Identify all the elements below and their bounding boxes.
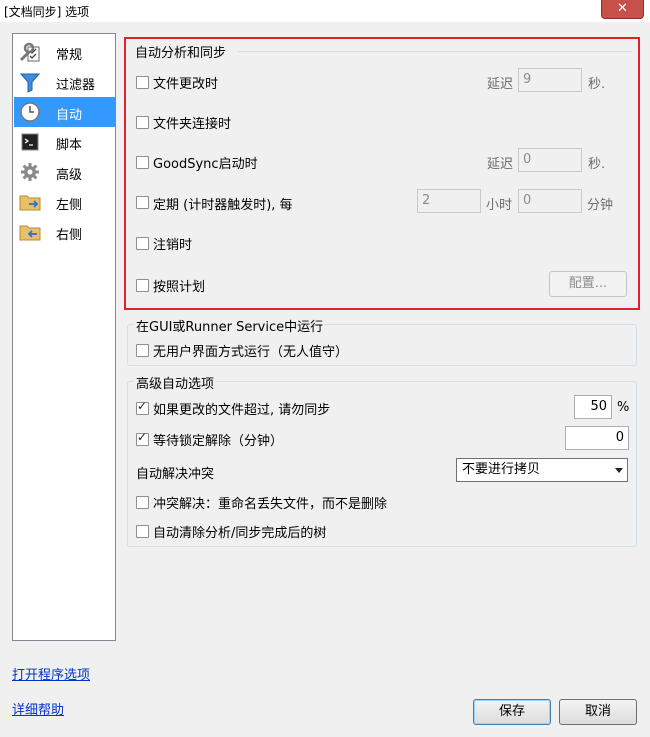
sidebar-item-label: 高级 bbox=[56, 168, 83, 183]
auto-group-title: 自动分析和同步 bbox=[135, 46, 227, 61]
rename-lost-label: 冲突解决：重命名丢失文件，而不是删除 bbox=[153, 497, 388, 512]
sidebar-item-auto[interactable]: 自动 bbox=[14, 97, 115, 127]
conflict-select-value: 不要进行拷贝 bbox=[462, 462, 541, 477]
goodsync-start-delay-unit: 秒. bbox=[588, 157, 606, 172]
file-change-label: 文件更改时 bbox=[153, 77, 219, 92]
periodic-label: 定期 (计时器触发时), 每 bbox=[153, 198, 293, 213]
sidebar-item-label: 右侧 bbox=[56, 228, 83, 243]
logoff-checkbox[interactable] bbox=[136, 237, 149, 250]
sidebar-item-general[interactable]: 常规 bbox=[14, 37, 115, 67]
wait-unlock-input[interactable]: 0 bbox=[565, 426, 629, 450]
clear-tree-checkbox[interactable] bbox=[136, 525, 149, 538]
save-button[interactable]: 保存 bbox=[473, 699, 551, 725]
sidebar-item-label: 自动 bbox=[56, 108, 83, 123]
sidebar-item-script[interactable]: 脚本 bbox=[14, 127, 115, 157]
sidebar-item-label: 常规 bbox=[56, 48, 83, 63]
terminal-icon bbox=[21, 133, 39, 151]
rename-lost-checkbox[interactable] bbox=[136, 496, 149, 509]
folder-arrow-left-icon bbox=[19, 225, 41, 241]
folder-arrow-right-icon bbox=[19, 195, 41, 211]
runner-group-title: 在GUI或Runner Service中运行 bbox=[134, 316, 326, 335]
goodsync-start-delay-input[interactable]: 0 bbox=[518, 148, 582, 172]
advanced-group-title: 高级自动选项 bbox=[134, 373, 217, 392]
schedule-label: 按照计划 bbox=[153, 280, 206, 295]
periodic-minutes-unit: 分钟 bbox=[587, 198, 614, 213]
title-bar: [文档同步] 选项 ✕ bbox=[0, 0, 650, 22]
group-divider bbox=[238, 51, 632, 52]
periodic-minutes-input[interactable]: 0 bbox=[518, 189, 582, 213]
sidebar-item-filters[interactable]: 过滤器 bbox=[14, 67, 115, 97]
gear-icon bbox=[21, 163, 39, 181]
close-button[interactable]: ✕ bbox=[601, 0, 644, 19]
window-title: [文档同步] 选项 bbox=[4, 5, 90, 19]
skip-if-changed-label: 如果更改的文件超过, 请勿同步 bbox=[153, 403, 331, 418]
file-change-checkbox[interactable] bbox=[136, 76, 149, 89]
funnel-icon bbox=[19, 73, 41, 93]
goodsync-start-checkbox[interactable] bbox=[136, 156, 149, 169]
schedule-checkbox[interactable] bbox=[136, 279, 149, 292]
conflict-select[interactable]: 不要进行拷贝 bbox=[456, 458, 628, 482]
cancel-button[interactable]: 取消 bbox=[559, 699, 637, 725]
file-change-delay-label: 延迟 bbox=[487, 77, 514, 92]
wait-unlock-label: 等待锁定解除（分钟） bbox=[153, 434, 284, 449]
sidebar-item-left[interactable]: 左侧 bbox=[14, 187, 115, 217]
wrench-checklist-icon bbox=[19, 42, 40, 62]
sidebar-item-advanced[interactable]: 高级 bbox=[14, 157, 115, 187]
chevron-down-icon bbox=[615, 468, 623, 473]
unattended-checkbox[interactable] bbox=[136, 344, 149, 357]
logoff-label: 注销时 bbox=[153, 238, 193, 253]
skip-if-changed-checkbox[interactable] bbox=[136, 399, 149, 415]
detailed-help-link[interactable]: 详细帮助 bbox=[12, 699, 64, 718]
unattended-label: 无用户界面方式运行（无人值守） bbox=[153, 345, 349, 360]
skip-if-changed-input[interactable]: 50 bbox=[574, 395, 612, 419]
folder-connect-label: 文件夹连接时 bbox=[153, 117, 232, 132]
sidebar-item-right[interactable]: 右侧 bbox=[14, 217, 115, 247]
periodic-checkbox[interactable] bbox=[136, 196, 149, 209]
conflict-label: 自动解决冲突 bbox=[136, 467, 215, 482]
sidebar-item-label: 左侧 bbox=[56, 198, 83, 213]
wait-unlock-checkbox[interactable] bbox=[136, 430, 149, 446]
goodsync-start-label: GoodSync启动时 bbox=[153, 157, 258, 172]
sidebar: 常规 过滤器 自动 脚本 高级 左侧 右侧 bbox=[12, 33, 116, 641]
periodic-hours-input[interactable]: 2 bbox=[417, 189, 481, 213]
sidebar-item-label: 脚本 bbox=[56, 138, 83, 153]
sidebar-item-label: 过滤器 bbox=[56, 78, 96, 93]
periodic-hours-unit: 小时 bbox=[486, 198, 513, 213]
goodsync-start-delay-label: 延迟 bbox=[487, 157, 514, 172]
folder-connect-checkbox[interactable] bbox=[136, 116, 149, 129]
schedule-config-button[interactable]: 配置... bbox=[549, 271, 627, 297]
clear-tree-label: 自动清除分析/同步完成后的树 bbox=[153, 526, 327, 541]
open-program-options-link[interactable]: 打开程序选项 bbox=[12, 664, 90, 683]
file-change-delay-unit: 秒. bbox=[588, 77, 606, 92]
file-change-delay-input[interactable]: 9 bbox=[518, 68, 582, 92]
skip-if-changed-unit: % bbox=[617, 400, 630, 415]
clock-icon bbox=[20, 102, 40, 122]
